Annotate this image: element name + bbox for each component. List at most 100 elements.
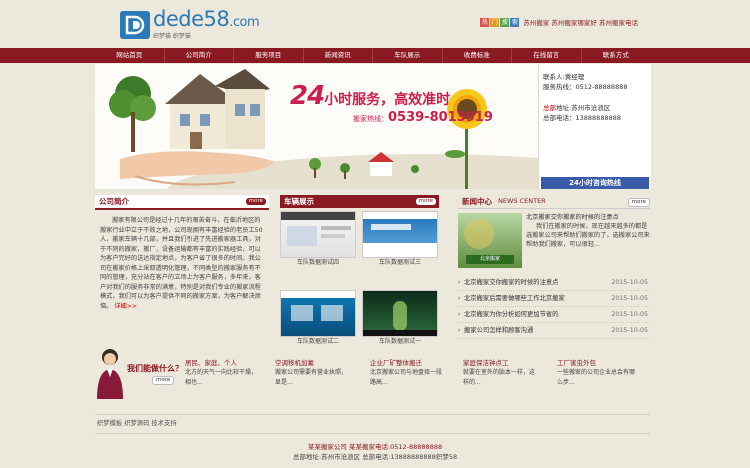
services-strip: 我们能做什么？ more 居民、家庭、个人 北方的天气一向比较干燥，相也... … <box>95 343 650 399</box>
service-item[interactable]: 企业厂矿整体搬迁 北京搬家公司与地盘择一段路高... <box>370 359 446 387</box>
fleet-item[interactable]: 车队数据测试一 <box>362 290 438 347</box>
contact-hq-label: 总部 <box>543 104 556 112</box>
news-feature-image-caption: 北京搬家 <box>466 255 514 264</box>
header: dede58.com 织梦猫 织梦猫 热 门 搜 索 苏州搬家 苏州搬家哪家好 … <box>95 0 650 48</box>
logo-icon <box>120 11 150 39</box>
news-list: 北京搬家交你搬家的时候的注意点 2015-10-05 北京搬家后需要做哪些工作北京… <box>458 275 650 339</box>
hotline-button[interactable]: 24小时咨询热线 <box>541 177 649 189</box>
fleet-item[interactable]: 车队数据测试二 <box>280 290 356 347</box>
footer-line-2: 总部地址:苏州市沧浪区 总部电话:13888888888织梦58 <box>292 453 458 461</box>
banner: 24小时服务，高效准时 搬家热线：0539-8013919 <box>95 64 538 189</box>
hot-tag: 门 <box>490 17 500 27</box>
news-item-date: 2015-10-05 <box>611 279 648 286</box>
service-desc: 一些搬家的公司企业总会有哪么步... <box>557 369 636 386</box>
news-item-title: 北京搬家后需要做哪些工作北京搬家 <box>464 295 565 302</box>
nav-item-home[interactable]: 网站首页 <box>95 48 165 63</box>
fleet-title: 车辆展示 <box>284 197 314 206</box>
contact-box: 联系人:黄经理 服务热线：0512-88888888 总部地址:苏州市沧浪区 总… <box>538 64 651 189</box>
fleet-thumbnail <box>280 290 356 337</box>
news-item-title: 北京搬家交你搬家的时候的注意点 <box>464 279 559 286</box>
news-item[interactable]: 北京搬家为你分析如何更加节省的 2015-10-05 <box>458 307 650 323</box>
about-text: 搬家有限公司是经过十几年的艰苦奋斗，在临沂地区的搬家行业中立于不败之地，公司现拥… <box>100 216 266 320</box>
site-logo[interactable]: dede58.com 织梦猫 织梦猫 <box>120 7 260 41</box>
fleet-caption: 车队数据测试四 <box>296 259 339 266</box>
service-item[interactable]: 空调移机加氟 搬家公司需要有营业执照，显是... <box>275 359 351 387</box>
news-item[interactable]: 北京搬家后需要做哪些工作北京搬家 2015-10-05 <box>458 291 650 307</box>
hot-tag: 索 <box>510 17 520 27</box>
fleet-more-button[interactable]: more <box>415 198 436 205</box>
news-feature-title: 北京搬家交你搬家的时候的注意点 <box>526 214 619 221</box>
fleet-caption: 车队数据测试三 <box>378 259 421 266</box>
banner-phone-label: 搬家热线： <box>353 115 388 123</box>
news-feature[interactable]: 北京搬家 北京搬家交你搬家的时候的注意点 我们在搬家的时候，现在越来越多的都是选… <box>458 209 650 275</box>
banner-slogan-number: 24 <box>290 81 325 111</box>
nav-item-fleet[interactable]: 车队展示 <box>373 48 443 63</box>
news-item[interactable]: 北京搬家交你搬家的时候的注意点 2015-10-05 <box>458 275 650 291</box>
banner-phone-number: 0539-8013919 <box>388 110 493 125</box>
news-item-title: 搬家公司怎样和顾客沟通 <box>464 327 534 334</box>
service-desc: 北京搬家公司与地盘择一段路高... <box>370 369 443 386</box>
nav-item-pricing[interactable]: 收费标准 <box>443 48 512 63</box>
friend-links: 织梦模板 织梦源码 技术支持 <box>95 414 650 434</box>
about-more-button[interactable]: more <box>245 198 266 205</box>
news-more-button[interactable]: more <box>627 198 650 207</box>
services-heading: 我们能做什么？ <box>127 364 183 373</box>
service-title: 空调移机加氟 <box>275 359 314 367</box>
service-item[interactable]: 家庭保洁钟点工 就要在室外的胎本一样，这样的... <box>463 359 539 387</box>
about-body: 搬家有限公司是经过十几年的艰苦奋斗，在临沂地区的搬家行业中立于不败之地，公司现拥… <box>100 217 263 310</box>
consultant-avatar <box>97 349 123 399</box>
service-title: 工厂害虫外包 <box>557 359 596 367</box>
footer-line-1: 某某搬家公司 某某搬家电话:0512-88888888 <box>307 443 443 451</box>
service-title: 居民、家庭、个人 <box>185 359 237 367</box>
main-nav: 网站首页 公司简介 服务项目 新闻资讯 车队展示 收费标准 在线留言 联系方式 <box>0 48 750 63</box>
news-subtitle: NEWS CENTER <box>498 197 546 205</box>
banner-slogan: 24小时服务，高效准时 <box>290 81 450 111</box>
news-item-title: 北京搬家为你分析如何更加节省的 <box>464 311 559 318</box>
nav-item-contact[interactable]: 联系方式 <box>582 48 651 63</box>
hot-search: 热 门 搜 索 苏州搬家 苏州搬家哪家好 苏州搬家电话 <box>480 17 638 27</box>
fleet-item[interactable]: 车队数据测试四 <box>280 211 356 268</box>
nav-item-about[interactable]: 公司简介 <box>165 48 234 63</box>
logo-subtitle: 织梦猫 织梦猫 <box>153 33 191 40</box>
about-detail-link[interactable]: 详细>> <box>114 303 137 310</box>
about-panel: 公司简介 more 搬家有限公司是经过十几年的艰苦奋斗，在临沂地区的搬家行业中立… <box>95 195 269 320</box>
nav-item-message[interactable]: 在线留言 <box>512 48 582 63</box>
services-more-button[interactable]: more <box>152 376 175 385</box>
news-item-date: 2015-10-05 <box>611 327 648 334</box>
contact-service-phone: 服务热线：0512-88888888 <box>543 83 628 91</box>
news-item-date: 2015-10-05 <box>611 311 648 318</box>
logo-text: dede58 <box>153 7 230 31</box>
nav-item-news[interactable]: 新闻资讯 <box>304 48 373 63</box>
service-desc: 就要在室外的胎本一样，这样的... <box>463 369 536 386</box>
contact-hq-address: 地址:苏州市沧浪区 <box>556 104 611 112</box>
contact-hq-phone: 总部电话：13888888888 <box>543 114 621 122</box>
service-desc: 北方的天气一向比较干燥，相也... <box>185 369 258 386</box>
fleet-thumbnail <box>280 211 356 258</box>
friend-links-text[interactable]: 织梦模板 织梦源码 技术支持 <box>97 415 177 433</box>
fleet-panel: 车辆展示 more 车队数据测试四 车队数据测试三 车队数据测试二 车队数据测试… <box>280 195 439 348</box>
service-desc: 搬家公司需要有营业执照，显是... <box>275 369 348 386</box>
service-item[interactable]: 工厂害虫外包 一些搬家的公司企业总会有哪么步... <box>557 359 637 387</box>
contact-person: 联系人:黄经理 <box>543 73 585 81</box>
fleet-item[interactable]: 车队数据测试三 <box>362 211 438 268</box>
news-panel: 新闻中心 NEWS CENTER more 北京搬家 北京搬家交你搬家的时候的注… <box>458 195 650 339</box>
nav-item-services[interactable]: 服务项目 <box>234 48 304 63</box>
fleet-thumbnail <box>362 211 438 258</box>
service-title: 企业厂矿整体搬迁 <box>370 359 422 367</box>
news-title: 新闻中心 <box>462 197 492 206</box>
hot-tag: 搜 <box>500 17 510 27</box>
news-item[interactable]: 搬家公司怎样和顾客沟通 2015-10-05 <box>458 323 650 339</box>
about-title: 公司简介 <box>99 197 129 206</box>
banner-slogan-text: 小时服务，高效准时 <box>324 92 451 108</box>
banner-phone: 搬家热线：0539-8013919 <box>353 110 493 125</box>
news-feature-text: 我们在搬家的时候，现在越来越多的都是选搬家公司来帮助们搬家的了，选搬家公司来帮助… <box>526 223 650 248</box>
news-item-date: 2015-10-05 <box>611 295 648 302</box>
news-feature-image: 北京搬家 <box>458 213 522 268</box>
fleet-thumbnail <box>362 290 438 337</box>
hot-links[interactable]: 苏州搬家 苏州搬家哪家好 苏州搬家电话 <box>523 17 638 27</box>
footer: 某某搬家公司 某某搬家电话:0512-88888888 总部地址:苏州市沧浪区 … <box>0 438 750 462</box>
service-title: 家庭保洁钟点工 <box>463 359 509 367</box>
service-item[interactable]: 居民、家庭、个人 北方的天气一向比较干燥，相也... <box>185 359 261 387</box>
hot-tag: 热 <box>480 17 490 27</box>
logo-suffix: .com <box>229 15 260 30</box>
